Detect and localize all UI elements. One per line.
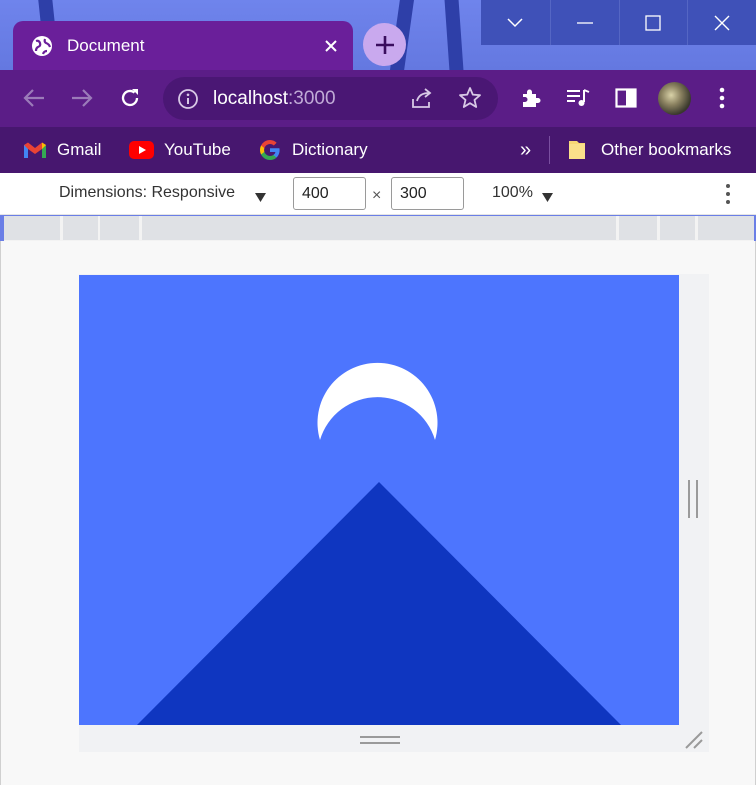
forward-arrow-icon (72, 89, 93, 107)
bookmarks-overflow-button[interactable]: » (520, 127, 531, 173)
minimize-icon (576, 21, 593, 24)
height-input[interactable] (391, 177, 464, 210)
bookmark-star-icon[interactable] (454, 82, 486, 114)
url-host: localhost (213, 87, 288, 109)
dimensions-caret-icon[interactable] (255, 189, 266, 207)
rendered-page (79, 275, 679, 725)
plus-icon (375, 35, 394, 54)
maximize-button[interactable] (618, 0, 688, 45)
media-query-segment[interactable] (100, 216, 139, 240)
side-panel-icon[interactable] (610, 82, 642, 114)
media-query-segment[interactable] (142, 216, 616, 240)
bookmarks-separator (549, 136, 550, 164)
globe-icon (31, 35, 53, 57)
overflow-chevron-icon: » (520, 138, 532, 161)
menu-icon[interactable] (706, 82, 738, 114)
back-arrow-icon (23, 89, 44, 107)
window-controls (481, 0, 756, 45)
reload-icon (121, 89, 139, 107)
media-query-segment[interactable] (4, 216, 60, 240)
scene-illustration (79, 275, 679, 725)
address-bar[interactable]: localhost:3000 (163, 77, 498, 120)
resize-handle-corner[interactable] (683, 730, 705, 750)
bookmark-label: Dictionary (292, 140, 368, 159)
media-controls-icon[interactable] (562, 82, 594, 114)
device-toolbar: Dimensions: Responsive × 100% (0, 173, 756, 215)
profile-avatar[interactable] (658, 82, 691, 115)
other-bookmarks[interactable]: Other bookmarks (567, 127, 731, 173)
info-icon[interactable] (177, 88, 199, 110)
close-icon (714, 15, 730, 30)
tab-close-icon[interactable] (315, 30, 347, 62)
share-icon[interactable] (406, 82, 438, 114)
bookmarks-bar: Gmail YouTube Dictionary » Other bookmar… (0, 127, 756, 173)
extensions-icon[interactable] (515, 82, 547, 114)
zoom-caret-icon[interactable] (542, 189, 553, 207)
media-query-bar (4, 216, 754, 241)
dimension-times: × (372, 187, 382, 204)
media-query-segment[interactable] (619, 216, 657, 240)
forward-button[interactable] (66, 82, 98, 114)
tab-search-button[interactable] (481, 0, 550, 45)
browser-toolbar: localhost:3000 (0, 70, 756, 127)
bookmark-gmail[interactable]: Gmail (23, 127, 101, 173)
chevron-down-icon (507, 17, 523, 27)
resize-handle-bottom[interactable] (360, 736, 400, 744)
folder-icon (567, 139, 587, 161)
width-input[interactable] (293, 177, 366, 210)
bookmark-youtube[interactable]: YouTube (129, 127, 231, 173)
close-window-button[interactable] (687, 0, 756, 45)
browser-tab[interactable]: Document (13, 21, 353, 70)
tab-title: Document (67, 35, 145, 55)
media-query-segment[interactable] (63, 216, 98, 240)
dimensions-dropdown[interactable]: Dimensions: Responsive (59, 184, 235, 202)
resize-handle-right[interactable] (688, 480, 698, 518)
bookmark-label: YouTube (164, 140, 231, 159)
gmail-icon (23, 141, 47, 159)
minimize-button[interactable] (549, 0, 619, 45)
title-bar: Document (0, 0, 756, 70)
new-tab-button[interactable] (363, 23, 406, 66)
wallpaper-stroke (443, 0, 465, 70)
back-button[interactable] (18, 82, 50, 114)
maximize-icon (645, 14, 662, 31)
media-query-segment[interactable] (660, 216, 695, 240)
zoom-dropdown[interactable]: 100% (492, 184, 533, 202)
google-icon (258, 138, 282, 162)
bookmark-label: Other bookmarks (601, 140, 732, 159)
youtube-icon (129, 141, 154, 159)
device-toolbar-more-icon[interactable] (718, 180, 738, 208)
bookmark-dictionary[interactable]: Dictionary (258, 127, 368, 173)
url-port: :3000 (288, 87, 336, 109)
media-query-segment[interactable] (698, 216, 754, 240)
reload-button[interactable] (114, 82, 146, 114)
bookmark-label: Gmail (57, 140, 102, 159)
